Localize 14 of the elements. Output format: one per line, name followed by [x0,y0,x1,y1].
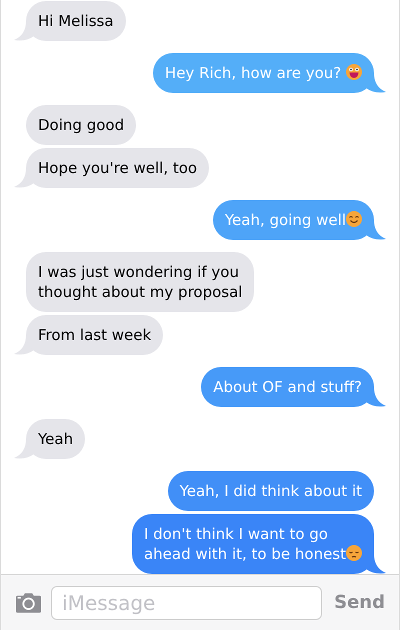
message-bubble: I don't think I want to go ahead with it, to be honest [132,514,374,574]
message-bubble: From last week [26,315,164,355]
message-bubble: I was just wondering if you thought about my proposal [26,252,254,312]
message-bubble: Doing good [26,105,136,145]
send-button[interactable]: Send [334,589,385,616]
message-bubble: Hey Rich, how are you? [152,53,374,93]
message-bubble: Hi Melissa [26,1,126,41]
message-bubble: Yeah, I did think about it [168,471,374,511]
message-field[interactable]: iMessage [51,586,322,620]
message-bubble: About OF and stuff? [201,367,374,407]
message-bubble: Yeah, going well [212,200,374,240]
message-bubble: Yeah [26,419,86,459]
camera-icon[interactable] [16,590,42,614]
message-bubble: Hope you're well, too [26,148,210,188]
